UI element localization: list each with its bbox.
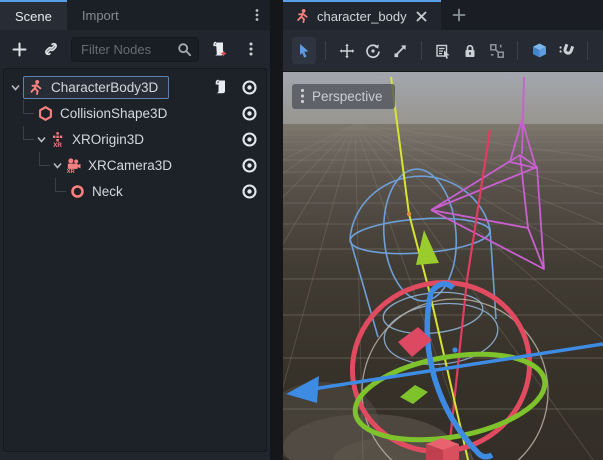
tab-label: character_body (317, 9, 407, 24)
local-space-toggle-button[interactable] (527, 37, 551, 64)
visibility-toggle[interactable] (237, 153, 261, 177)
tree-guide (23, 126, 34, 140)
node-3d-icon (69, 183, 86, 200)
tab-import[interactable]: Import (67, 0, 134, 30)
filter-nodes-field (71, 37, 199, 62)
toolbar-separator (517, 41, 518, 60)
character-body-3d-icon (27, 79, 44, 96)
tab-character-body[interactable]: character_body (283, 0, 441, 30)
tree-guide (39, 152, 50, 166)
ray-hit-point (407, 212, 411, 216)
move-icon (339, 43, 355, 59)
dock-tabbar-menu-button[interactable] (244, 0, 270, 30)
tree-row-xrcamera3d[interactable]: XR XRCamera3D (4, 152, 266, 178)
instance-scene-button[interactable] (37, 36, 64, 62)
projection-label: Perspective (312, 89, 383, 104)
tree-guide (23, 100, 34, 114)
node-label: XROrigin3D (72, 132, 144, 147)
selected-node-box: CharacterBody3D (23, 76, 169, 99)
xr-camera-3d-icon: XR (65, 157, 82, 174)
cube-icon (531, 42, 548, 59)
scale-icon (392, 43, 408, 59)
eye-icon (241, 105, 258, 122)
node-label: Neck (92, 184, 123, 199)
viewport-panel: character_body (283, 0, 603, 460)
tab-scene-label: Scene (15, 9, 52, 24)
svg-text:XR: XR (67, 169, 76, 174)
select-arrow-icon (296, 43, 312, 59)
collapse-chevron-icon[interactable] (8, 82, 23, 93)
node-label: CollisionShape3D (60, 106, 167, 121)
snap-toggle-button[interactable] (554, 37, 578, 64)
link-chain-icon (43, 41, 59, 57)
close-icon (416, 11, 427, 22)
scale-tool-button[interactable] (388, 37, 412, 64)
lock-icon (462, 43, 478, 59)
list-select-icon (435, 43, 451, 59)
visibility-toggle[interactable] (237, 75, 261, 99)
script-scroll-icon (213, 79, 229, 95)
rotate-icon (365, 43, 381, 59)
viewport-3d-scene (283, 72, 603, 460)
toolbar-separator (587, 41, 588, 60)
scene-dock-toolbar (0, 30, 270, 68)
script-new-icon (211, 41, 228, 58)
scene-dock: Scene Import (0, 0, 270, 460)
rotate-tool-button[interactable] (362, 37, 386, 64)
tree-guide (55, 178, 66, 192)
plus-icon (452, 8, 466, 22)
new-tab-button[interactable] (441, 0, 477, 30)
dock-splitter[interactable] (270, 0, 283, 460)
lock-button[interactable] (458, 37, 482, 64)
move-tool-button[interactable] (335, 37, 359, 64)
group-button[interactable] (485, 37, 509, 64)
kebab-vertical-icon (250, 8, 264, 22)
perspective-menu-button[interactable]: Perspective (292, 84, 395, 109)
kebab-vertical-icon (244, 41, 258, 57)
collision-shape-3d-icon (37, 105, 54, 122)
magnifier-icon (177, 42, 192, 57)
visibility-toggle[interactable] (237, 179, 261, 203)
tree-row-neck[interactable]: Neck (4, 178, 266, 204)
eye-icon (241, 131, 258, 148)
collapse-chevron-icon[interactable] (34, 134, 49, 145)
godot-editor: Scene Import (0, 0, 603, 460)
group-icon (489, 43, 505, 59)
eye-icon (241, 157, 258, 174)
scene-tree-menu-button[interactable] (237, 36, 264, 62)
viewport-3d[interactable]: Perspective (283, 72, 603, 460)
tab-import-label: Import (82, 8, 119, 23)
tree-row-collisionshape3d[interactable]: CollisionShape3D (4, 100, 266, 126)
toolbar-separator (421, 41, 422, 60)
scene-tab-bar: character_body (283, 0, 603, 30)
list-select-tool-button[interactable] (431, 37, 455, 64)
xr-origin-3d-icon: XR (49, 131, 66, 148)
tree-row-characterbody3d[interactable]: CharacterBody3D (4, 74, 266, 100)
attach-script-button[interactable] (206, 36, 233, 62)
node-label: CharacterBody3D (51, 80, 158, 95)
kebab-vertical-icon (300, 88, 305, 104)
gizmo-center-point (452, 347, 457, 352)
tree-row-xrorigin3d[interactable]: XR XROrigin3D (4, 126, 266, 152)
close-tab-button[interactable] (414, 8, 430, 24)
visibility-toggle[interactable] (237, 101, 261, 125)
select-tool-button[interactable] (292, 37, 316, 64)
magnet-icon (558, 42, 575, 59)
scene-tree: CharacterBody3D (3, 68, 267, 452)
toolbar-separator (325, 41, 326, 60)
collapse-chevron-icon[interactable] (50, 160, 65, 171)
plus-icon (12, 42, 27, 57)
dock-tab-bar: Scene Import (0, 0, 270, 30)
open-script-button[interactable] (209, 75, 233, 99)
eye-icon (241, 183, 258, 200)
visibility-toggle[interactable] (237, 127, 261, 151)
tab-scene[interactable]: Scene (0, 0, 67, 30)
viewport-toolbar (283, 30, 603, 72)
add-node-button[interactable] (6, 36, 33, 62)
svg-text:XR: XR (53, 142, 62, 148)
node-label: XRCamera3D (88, 158, 172, 173)
character-body-3d-icon (294, 8, 310, 24)
eye-icon (241, 79, 258, 96)
